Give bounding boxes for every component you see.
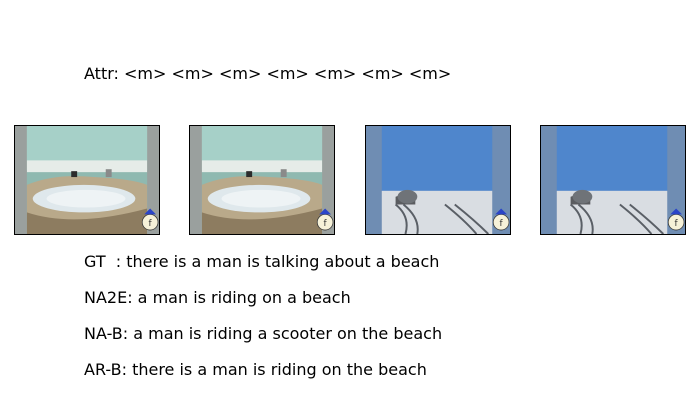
attribute-line: Attr: <m> <m> <m> <m> <m> <m> <m> [84,64,452,83]
frame-image-lagoon: f [15,126,159,234]
frame-image-salt-flat: f [541,126,685,234]
caption-ar-b: AR-B: there is a man is riding on the be… [84,360,427,379]
caption-ground-truth: GT : there is a man is talking about a b… [84,252,440,271]
video-frame-4: f [540,125,686,235]
frame-image-salt-flat: f [366,126,510,234]
video-frame-1: f [14,125,160,235]
video-frame-3: f [365,125,511,235]
frame-image-lagoon: f [190,126,334,234]
caption-na2e: NA2E: a man is riding on a beach [84,288,351,307]
caption-na-b: NA-B: a man is riding a scooter on the b… [84,324,443,343]
video-frame-2: f [189,125,335,235]
